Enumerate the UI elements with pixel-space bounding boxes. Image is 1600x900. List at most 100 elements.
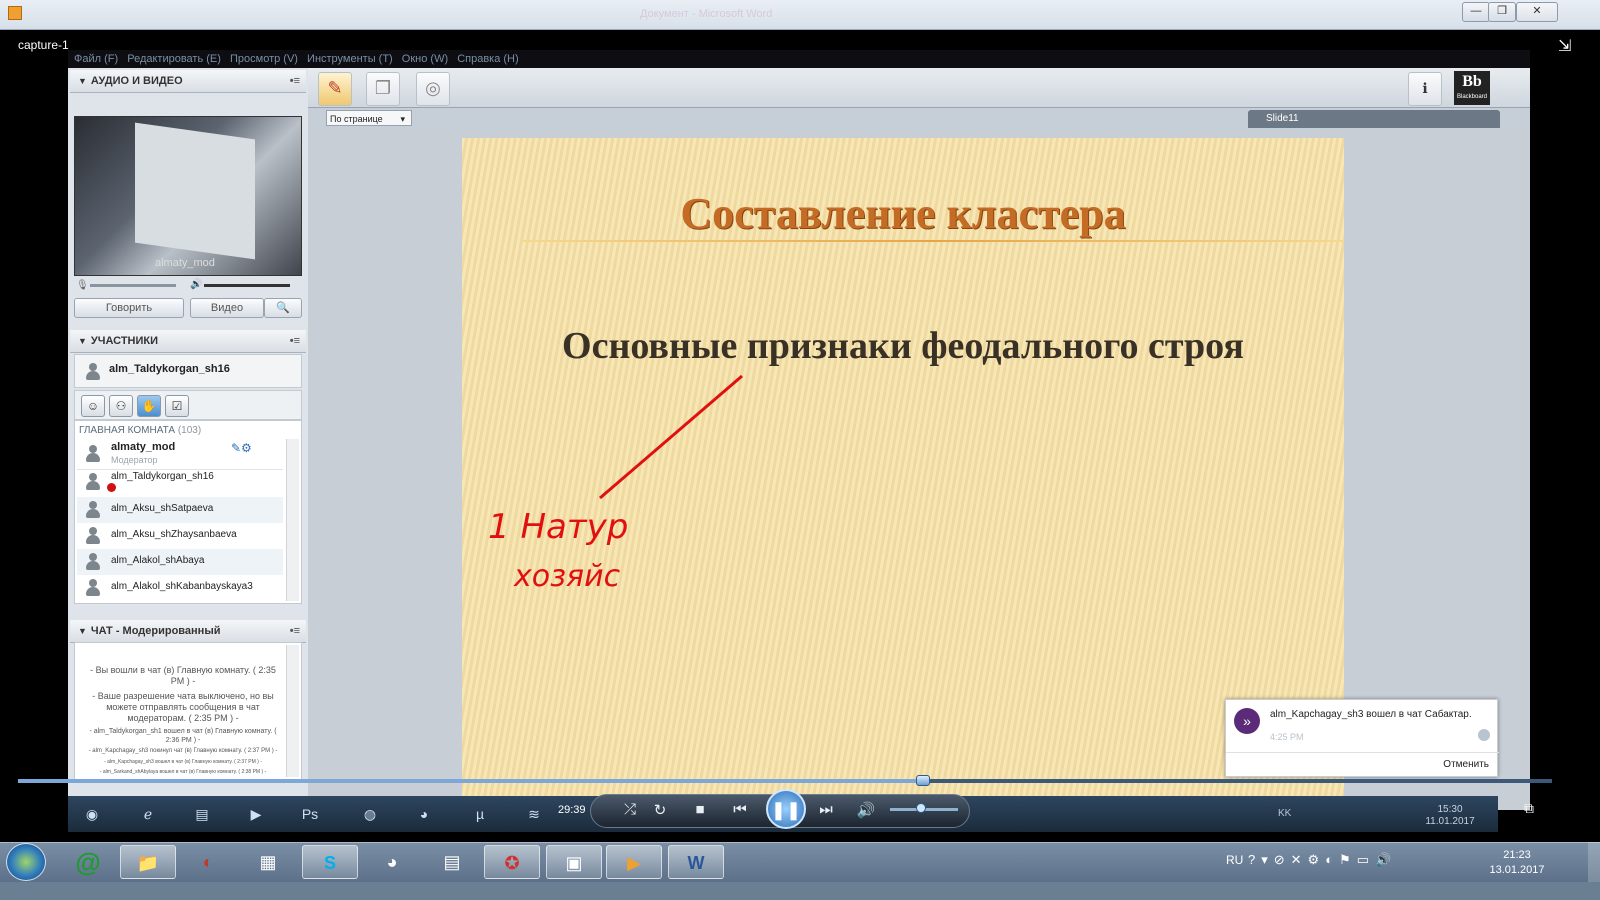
panel-options-icon[interactable]: •≡	[290, 620, 300, 642]
list-item[interactable]: alm_Alakol_shKabanbayskaya3	[77, 575, 283, 601]
status-buttons: ☺ ⚇ ✋ ☑	[74, 390, 302, 420]
maximize-button[interactable]: ❐	[1488, 2, 1516, 22]
menu-window[interactable]: Окно (W)	[402, 50, 448, 68]
slide-tab[interactable]: Slide11	[1248, 110, 1500, 128]
word-icon[interactable]: W	[668, 845, 724, 879]
volume-thumb[interactable]	[916, 803, 926, 813]
speaker-icon: 🔊	[190, 279, 203, 290]
notification-cancel-button[interactable]: Отменить	[1443, 759, 1489, 770]
collapse-triangle-icon[interactable]: ▼	[78, 620, 87, 642]
app-share-icon[interactable]: ❐	[366, 72, 400, 106]
explorer-icon[interactable]: 📁	[120, 845, 176, 879]
collapse-triangle-icon[interactable]: ▼	[78, 70, 87, 92]
hand-raised-badge	[107, 483, 116, 492]
menu-view[interactable]: Просмотр (V)	[230, 50, 298, 68]
app-star-icon[interactable]: ✪	[484, 845, 540, 879]
panel-options-icon[interactable]: •≡	[290, 330, 300, 352]
ink-layer: 1 Натур хозяйс	[488, 374, 743, 594]
start-button[interactable]	[6, 843, 46, 881]
menu-edit[interactable]: Редактировать (E)	[127, 50, 221, 68]
notification-icon: »	[1234, 708, 1260, 734]
talk-button[interactable]: Говорить	[74, 298, 184, 318]
media-player-icon[interactable]: ▶	[606, 845, 662, 879]
close-button[interactable]: ✕	[1516, 2, 1558, 22]
poll-response-icon[interactable]: ☑	[165, 395, 189, 417]
moderator-row[interactable]: almaty_mod Модератор ✎⚙	[77, 439, 283, 470]
menu-bar: Файл (F) Редактировать (E) Просмотр (V) …	[68, 50, 1530, 68]
list-item[interactable]: alm_Taldykorgan_sh16	[77, 469, 283, 495]
show-desktop-button[interactable]	[1588, 842, 1600, 882]
video-feed: almaty_mod	[74, 116, 302, 276]
chat-message: - alm_Sarkand_shAbylaya вошел в чат (в) …	[99, 769, 267, 775]
raise-hand-icon[interactable]: ✋	[137, 395, 161, 417]
fullscreen-icon[interactable]: ⇲	[1558, 36, 1571, 56]
skype-icon[interactable]: S	[302, 845, 358, 879]
participants-title: УЧАСТНИКИ	[90, 335, 159, 347]
antivirus-icon[interactable]: ◐	[180, 845, 236, 879]
info-icon[interactable]: ℹ	[1408, 72, 1442, 106]
audio-video-header[interactable]: ▼ АУДИО И ВИДЕО •≡	[70, 70, 306, 93]
user-icon	[85, 473, 101, 491]
participant-name: alm_Taldykorgan_sh16	[111, 471, 214, 482]
previous-icon[interactable]: ⏮	[727, 801, 753, 818]
moderator-tools-icon: ✎⚙	[231, 441, 252, 455]
web-tour-icon[interactable]: ◎	[416, 72, 450, 106]
playback-controls: ⤮ ↻ ■ ⏮ ❚❚ ⏭ 🔊	[590, 789, 970, 829]
volume-icon[interactable]: 🔊	[853, 801, 879, 819]
collapse-triangle-icon[interactable]: ▼	[78, 330, 87, 352]
chat-header[interactable]: ▼ ЧАТ - Модерированный •≡	[70, 620, 306, 643]
room-title: ГЛАВНАЯ КОМНАТА (103)	[79, 425, 202, 436]
slide[interactable]: Составление кластера Основные признаки ф…	[462, 138, 1344, 810]
pause-button[interactable]: ❚❚	[766, 789, 806, 829]
step-away-icon[interactable]: ⚇	[109, 395, 133, 417]
list-item[interactable]: alm_Alakol_shAbaya	[77, 549, 283, 575]
user-icon	[85, 363, 101, 381]
mic-level-slider[interactable]	[90, 284, 176, 287]
seek-thumb[interactable]	[916, 775, 930, 786]
chat-scrollbar[interactable]	[286, 645, 299, 777]
calculator-icon[interactable]: ▤	[424, 845, 480, 879]
emotion-icon[interactable]: ☺	[81, 395, 105, 417]
participant-list: ГЛАВНАЯ КОМНАТА (103) almaty_mod Модерат…	[74, 420, 302, 604]
stop-icon[interactable]: ■	[687, 801, 713, 818]
list-item[interactable]: alm_Aksu_shZhaysanbaeva	[77, 523, 283, 549]
list-item[interactable]: alm_Aksu_shSatpaeva	[77, 497, 283, 523]
menu-tools[interactable]: Инструменты (T)	[307, 50, 393, 68]
shuffle-icon[interactable]: ⤮	[617, 801, 643, 818]
picture-viewer-icon[interactable]: ▣	[546, 845, 602, 879]
self-participant: alm_Taldykorgan_sh16	[74, 354, 302, 388]
whiteboard-icon[interactable]: ✎	[318, 72, 352, 106]
user-icon	[85, 553, 101, 571]
audio-video-title: АУДИО И ВИДЕО	[90, 75, 183, 87]
repeat-icon[interactable]: ↻	[647, 801, 673, 819]
menu-help[interactable]: Справка (H)	[457, 50, 518, 68]
video-button[interactable]: Видео	[190, 298, 264, 318]
participants-header[interactable]: ▼ УЧАСТНИКИ •≡	[70, 330, 306, 353]
chrome-icon: ◕	[419, 806, 429, 822]
panel-options-icon[interactable]: •≡	[290, 70, 300, 92]
elapsed-time: 29:39	[558, 804, 586, 816]
view-bar: По странице ▾ Slide11	[308, 108, 1530, 130]
chat-message: - Вы вошли в чат (в) Главную комнату. ( …	[90, 665, 276, 686]
menu-file[interactable]: Файл (F)	[74, 50, 118, 68]
page-fit-select[interactable]: По странице ▾	[326, 110, 412, 126]
speaker-level-slider[interactable]	[204, 284, 290, 287]
chat-notification[interactable]: » alm_Kapchagay_sh3 вошел в чат Сабактар…	[1225, 699, 1499, 777]
video-whiteboard	[135, 122, 255, 260]
language-indicator[interactable]: RU	[1226, 853, 1243, 867]
archiver-icon[interactable]: ▦	[240, 845, 296, 879]
minimize-button[interactable]: —	[1462, 2, 1490, 22]
participant-scrollbar[interactable]	[286, 439, 299, 601]
switch-to-library-icon[interactable]: ⧉	[1524, 800, 1534, 817]
participant-name: alm_Aksu_shZhaysanbaeva	[111, 529, 237, 540]
notification-divider	[1226, 752, 1499, 753]
recorded-clock-date: 11.01.2017	[1425, 816, 1475, 827]
video-preview-button[interactable]: 🔍	[264, 298, 302, 318]
mail-agent-icon[interactable]: @	[60, 845, 116, 879]
video-user-label: almaty_mod	[155, 257, 215, 269]
system-clock[interactable]: 21:23 13.01.2017	[1480, 848, 1554, 878]
bb-logo-sub: Blackboard	[1456, 94, 1488, 100]
chrome-icon[interactable]: ◕	[364, 845, 420, 879]
next-icon[interactable]: ⏭	[813, 801, 839, 818]
tray-icons[interactable]: ?▾⊘✕⚙◐⚑▭🔊	[1248, 852, 1397, 868]
